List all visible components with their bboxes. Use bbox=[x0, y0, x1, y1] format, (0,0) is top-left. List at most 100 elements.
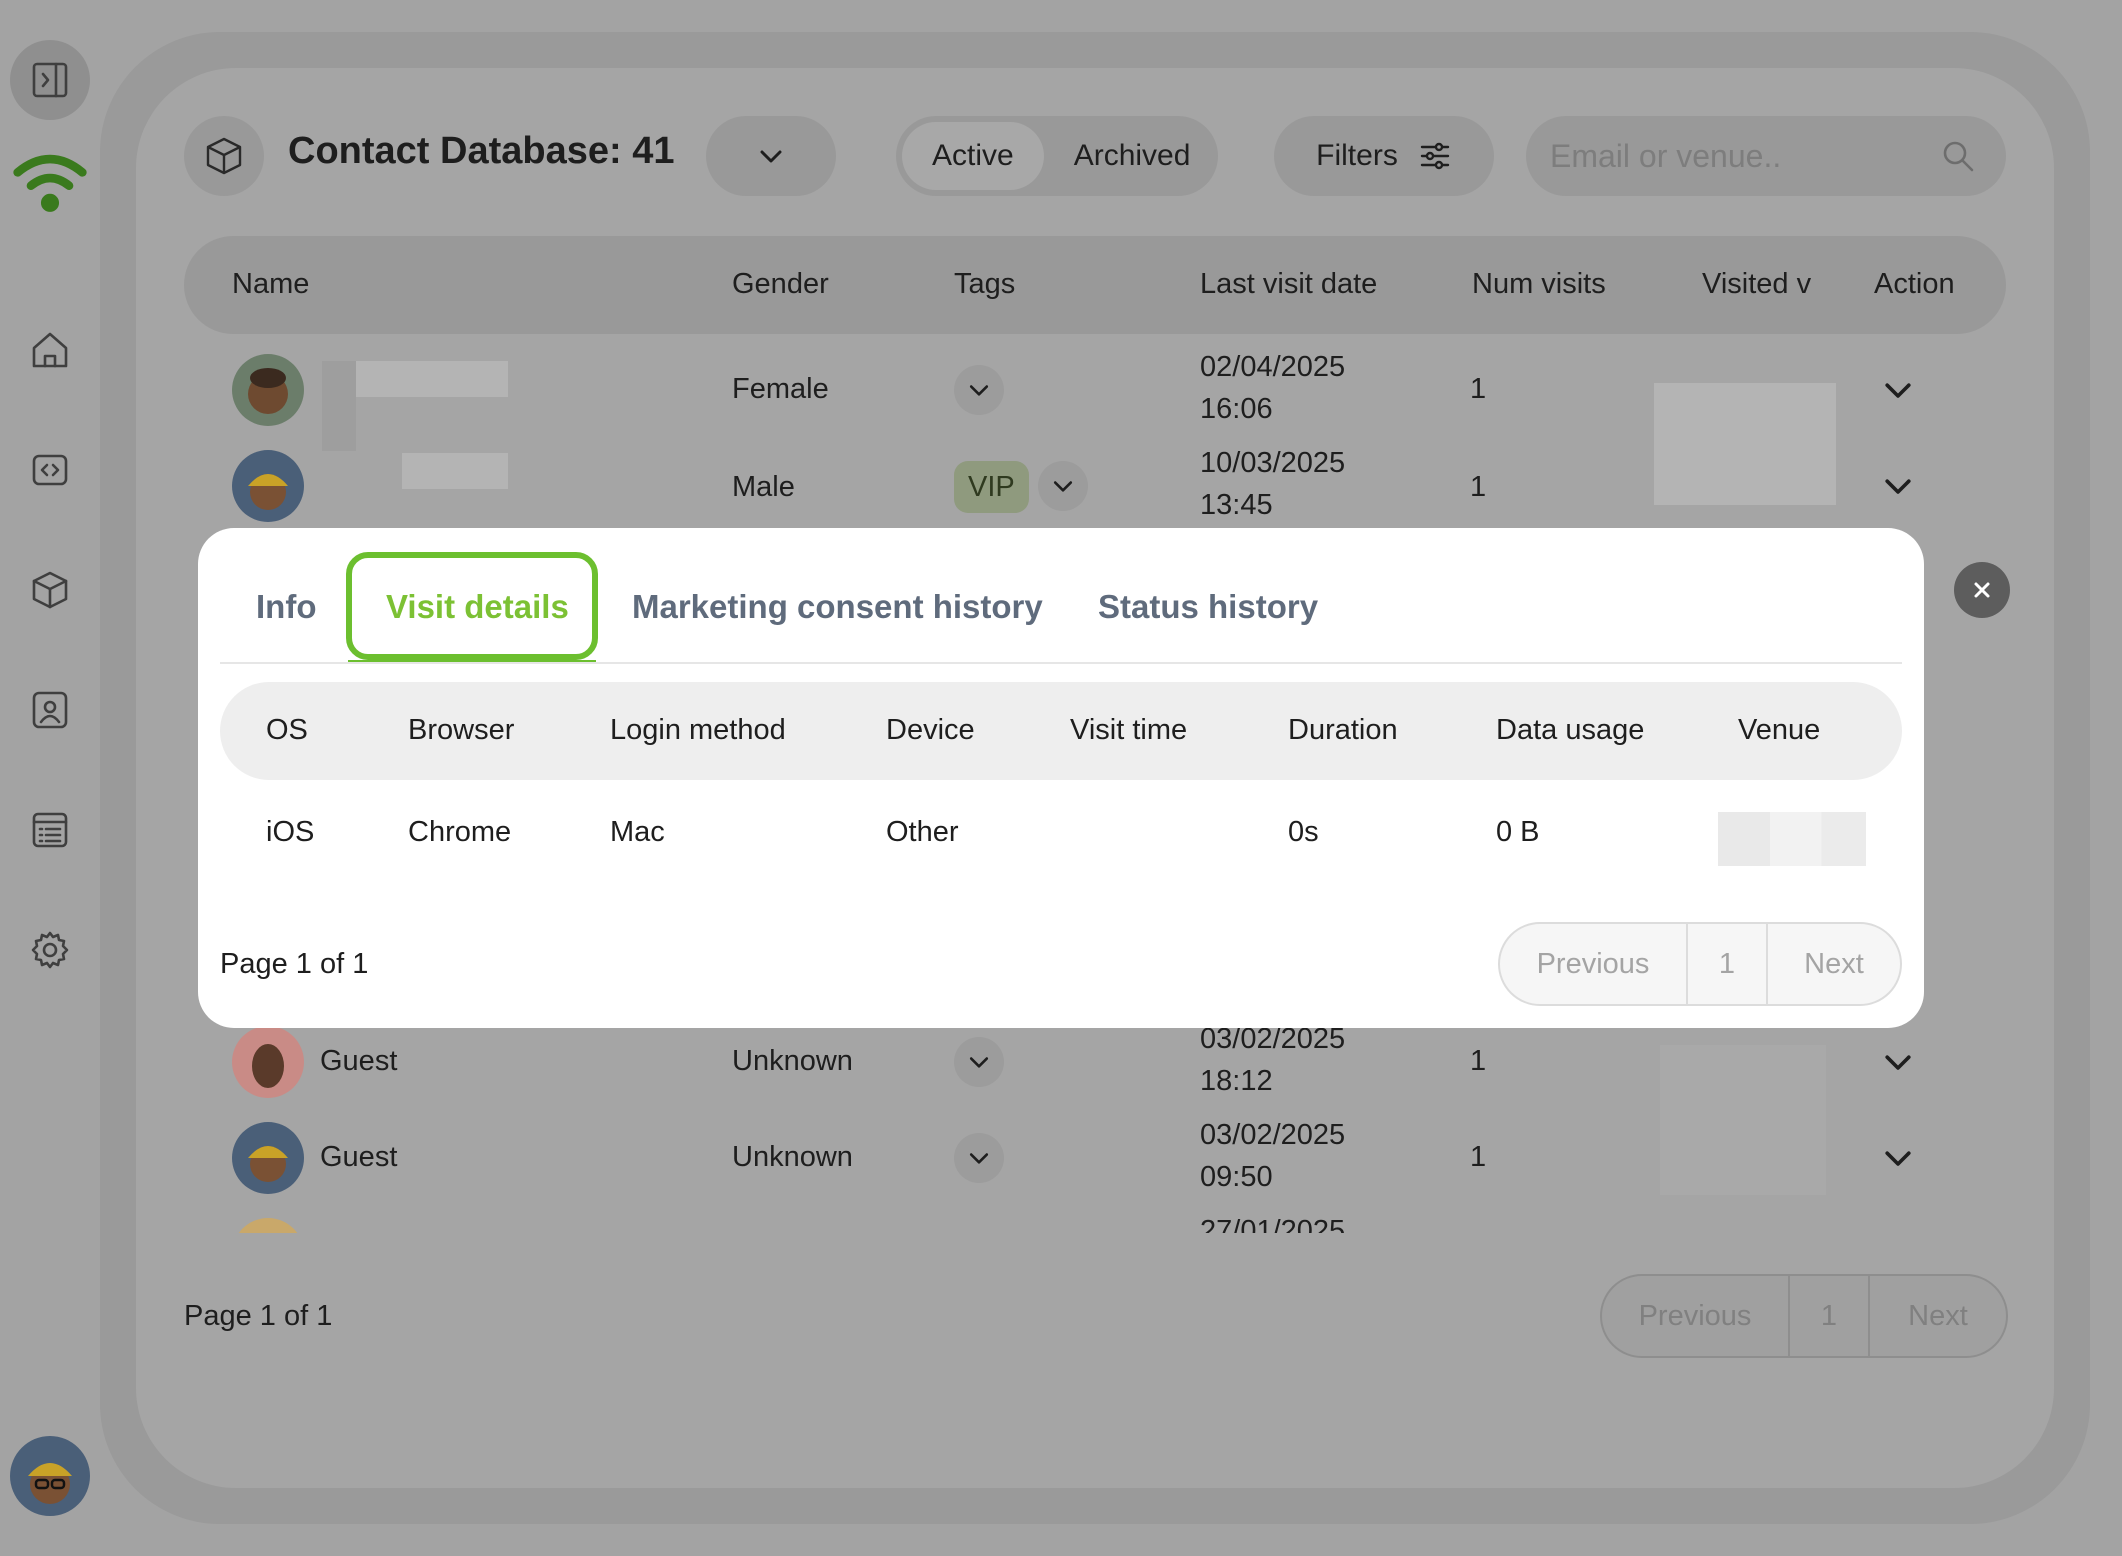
wifi-logo-icon bbox=[13, 154, 87, 212]
modal-next-page-button[interactable]: Next bbox=[1768, 924, 1900, 1004]
page-number-button[interactable]: 1 bbox=[1790, 1276, 1870, 1356]
modal-pagination-summary: Page 1 of 1 bbox=[220, 948, 369, 980]
column-header-os: OS bbox=[266, 714, 308, 746]
gender-cell: Male bbox=[732, 471, 795, 503]
search-icon[interactable] bbox=[1940, 138, 1976, 174]
table-row[interactable]: Guest Unknown 03/02/2025 18:12 1 bbox=[0, 1017, 2122, 1195]
visit-data-usage: 0 B bbox=[1496, 816, 1540, 848]
status-toggle: Active Archived bbox=[896, 116, 1218, 196]
gender-cell: Female bbox=[732, 373, 829, 405]
column-header-device: Device bbox=[886, 714, 975, 746]
row-action-chevron-icon[interactable] bbox=[1880, 372, 1916, 408]
tag-dropdown-button[interactable] bbox=[954, 1133, 1004, 1183]
visit-table-header: OS Browser Login method Device Visit tim… bbox=[220, 682, 1902, 780]
column-header-duration: Duration bbox=[1288, 714, 1398, 746]
table-row[interactable]: 27/01/2025 bbox=[0, 1209, 2122, 1233]
redacted-name bbox=[322, 361, 356, 451]
tab-divider bbox=[220, 662, 1902, 664]
contact-avatar bbox=[232, 354, 304, 426]
nav-cube[interactable] bbox=[10, 550, 90, 630]
contact-avatar bbox=[232, 450, 304, 522]
tab-info[interactable]: Info bbox=[256, 588, 316, 626]
column-header-data-usage: Data usage bbox=[1496, 714, 1645, 746]
chevron-down-icon bbox=[969, 1057, 989, 1068]
num-visits-cell: 1 bbox=[1470, 1141, 1487, 1173]
wifi-logo[interactable] bbox=[10, 140, 90, 220]
last-visit-date: 10/03/2025 bbox=[1200, 447, 1346, 479]
tag-dropdown-button[interactable] bbox=[954, 1037, 1004, 1087]
column-header-name[interactable]: Name bbox=[232, 268, 309, 301]
column-header-gender[interactable]: Gender bbox=[732, 268, 829, 301]
status-tab-archived[interactable]: Archived bbox=[1044, 122, 1221, 190]
table-row[interactable]: Guest Unknown 03/02/2025 09:50 1 bbox=[0, 1113, 2122, 1203]
contact-avatar bbox=[232, 1218, 304, 1233]
modal-previous-page-button[interactable]: Previous bbox=[1500, 924, 1688, 1004]
cube-icon bbox=[32, 571, 68, 609]
column-header-num-visits[interactable]: Num visits bbox=[1472, 268, 1606, 301]
num-visits-cell: 1 bbox=[1470, 1045, 1487, 1077]
list-icon bbox=[32, 812, 68, 848]
pagination-summary: Page 1 of 1 bbox=[184, 1300, 333, 1332]
page-title: Contact Database: 41 bbox=[288, 130, 675, 172]
search-input[interactable] bbox=[1550, 116, 1930, 196]
contact-details-modal: Info Visit details Marketing consent his… bbox=[198, 528, 1924, 1028]
column-header-browser: Browser bbox=[408, 714, 515, 746]
modal-page-number-button[interactable]: 1 bbox=[1688, 924, 1768, 1004]
avatar-icon bbox=[248, 474, 288, 510]
column-header-last-visit[interactable]: Last visit date bbox=[1200, 268, 1377, 301]
visit-browser: Chrome bbox=[408, 816, 512, 848]
contact-name[interactable]: Guest bbox=[320, 1141, 397, 1174]
tab-status-history[interactable]: Status history bbox=[1098, 588, 1318, 626]
row-action-chevron-icon[interactable] bbox=[1880, 468, 1916, 504]
modal-close-button[interactable] bbox=[1954, 562, 2010, 618]
nav-settings[interactable] bbox=[10, 910, 90, 990]
chevron-down-icon bbox=[760, 150, 782, 163]
gender-cell: Unknown bbox=[732, 1045, 853, 1077]
row-action-chevron-icon[interactable] bbox=[1880, 1140, 1916, 1176]
column-header-action: Action bbox=[1874, 268, 1955, 300]
visit-device: Other bbox=[886, 816, 959, 848]
column-header-tags[interactable]: Tags bbox=[954, 268, 1015, 301]
user-avatar[interactable] bbox=[10, 1436, 90, 1516]
last-visit-date: 27/01/2025 bbox=[1200, 1215, 1346, 1233]
avatar-icon bbox=[28, 1463, 72, 1504]
tag-dropdown-button[interactable] bbox=[954, 365, 1004, 415]
nav-contacts[interactable] bbox=[10, 670, 90, 750]
table-row[interactable]: Female 02/04/2025 16:06 1 bbox=[0, 345, 2122, 505]
num-visits-cell: 1 bbox=[1470, 373, 1487, 405]
tag-dropdown-button[interactable] bbox=[1038, 461, 1088, 511]
sidebar-toggle-button[interactable] bbox=[10, 40, 90, 120]
column-header-visit-time: Visit time bbox=[1070, 714, 1188, 746]
visit-os: iOS bbox=[266, 816, 315, 848]
tab-visit-details[interactable]: Visit details bbox=[386, 588, 569, 626]
num-visits-cell: 1 bbox=[1470, 471, 1487, 503]
status-tab-active[interactable]: Active bbox=[902, 122, 1044, 190]
settings-icon bbox=[31, 931, 69, 969]
last-visit-time: 13:45 bbox=[1200, 489, 1273, 521]
pagination: Previous 1 Next bbox=[1600, 1274, 2008, 1358]
sidebar-toggle-icon bbox=[32, 62, 68, 98]
database-dropdown-button[interactable] bbox=[706, 116, 836, 196]
table-row[interactable]: Male VIP 10/03/2025 13:45 1 bbox=[0, 441, 2122, 531]
last-visit-date: 02/04/2025 bbox=[1200, 351, 1346, 383]
contact-name[interactable]: Guest bbox=[320, 1045, 397, 1078]
last-visit-time: 16:06 bbox=[1200, 393, 1273, 425]
tab-marketing-consent-history[interactable]: Marketing consent history bbox=[632, 588, 1043, 626]
visit-login-method: Mac bbox=[610, 816, 665, 848]
chevron-down-icon bbox=[969, 385, 989, 396]
last-visit-time: 09:50 bbox=[1200, 1161, 1273, 1193]
previous-page-button[interactable]: Previous bbox=[1602, 1276, 1790, 1356]
chevron-down-icon bbox=[969, 1153, 989, 1164]
contact-avatar bbox=[232, 1026, 304, 1098]
close-icon bbox=[1974, 582, 1990, 598]
column-header-visited[interactable]: Visited v bbox=[1702, 268, 1811, 301]
tag-badge-vip[interactable]: VIP bbox=[954, 461, 1029, 513]
cube-icon bbox=[206, 137, 242, 175]
filters-button[interactable]: Filters bbox=[1274, 116, 1494, 196]
row-action-chevron-icon[interactable] bbox=[1880, 1044, 1916, 1080]
avatar-icon bbox=[248, 1146, 288, 1182]
next-page-button[interactable]: Next bbox=[1870, 1276, 2006, 1356]
contact-avatar bbox=[232, 1122, 304, 1194]
nav-list[interactable] bbox=[10, 790, 90, 870]
avatar-icon bbox=[248, 368, 288, 414]
